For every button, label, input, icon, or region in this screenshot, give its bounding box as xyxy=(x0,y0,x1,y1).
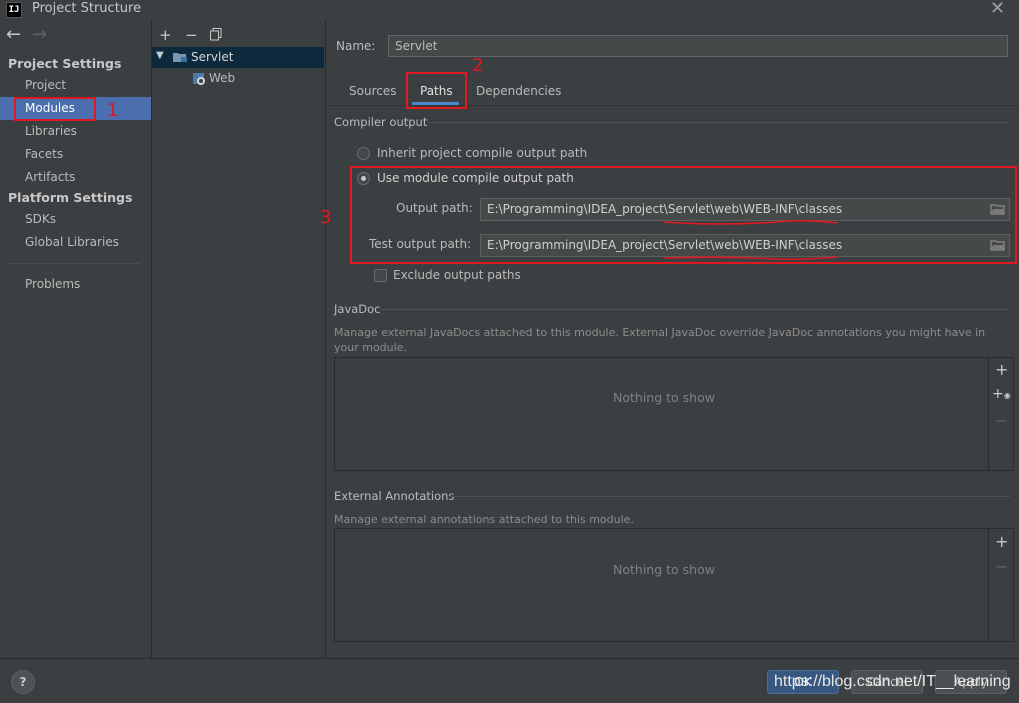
inherit-output-radio[interactable] xyxy=(357,147,370,160)
window-title: Project Structure xyxy=(32,1,142,16)
tab-sources[interactable]: Sources xyxy=(349,80,396,102)
annotation-label-1: 1 xyxy=(107,100,119,121)
add-url-icon[interactable]: +◉ xyxy=(992,386,1011,402)
add-icon[interactable]: + xyxy=(995,360,1008,379)
javadoc-description: Manage external JavaDocs attached to thi… xyxy=(334,326,986,354)
tree-item-servlet[interactable]: Servlet xyxy=(191,50,233,64)
module-name-input[interactable]: Servlet xyxy=(388,35,1008,57)
javadoc-list[interactable] xyxy=(334,357,1014,471)
module-folder-icon xyxy=(172,51,188,63)
expand-arrow-icon[interactable]: ▼ xyxy=(156,50,164,61)
javadoc-empty-text: Nothing to show xyxy=(613,390,715,405)
annotation-underline-marks xyxy=(663,219,839,261)
module-tree-panel xyxy=(152,20,326,658)
external-annotations-description: Manage external annotations attached to … xyxy=(334,513,634,526)
back-arrow-icon[interactable]: ← xyxy=(6,24,21,45)
title-bar xyxy=(0,0,1019,20)
external-annotations-divider xyxy=(449,496,1010,497)
add-icon[interactable]: + xyxy=(995,532,1008,551)
platform-settings-header: Platform Settings xyxy=(8,190,133,205)
watermark-text: https://blog.csdn.net/IT__learning xyxy=(774,673,1011,690)
annotation-label-3: 3 xyxy=(320,207,332,228)
sidebar-item-libraries[interactable]: Libraries xyxy=(0,120,151,143)
remove-icon[interactable]: − xyxy=(995,557,1008,576)
sidebar-item-project[interactable]: Project xyxy=(0,74,151,97)
copy-icon[interactable] xyxy=(210,28,222,41)
remove-icon[interactable]: − xyxy=(185,26,198,44)
annotation-box-paths xyxy=(406,72,467,109)
intellij-app-icon: IJ xyxy=(6,2,22,18)
javadoc-title: JavaDoc xyxy=(334,302,381,316)
external-annotations-list[interactable] xyxy=(334,528,1014,642)
sidebar-item-sdks[interactable]: SDKs xyxy=(0,208,151,231)
help-button[interactable]: ? xyxy=(11,670,35,694)
sidebar-item-facets[interactable]: Facets xyxy=(0,143,151,166)
sidebar-divider xyxy=(10,263,140,264)
javadoc-toolbar-divider xyxy=(988,358,990,470)
exclude-output-label[interactable]: Exclude output paths xyxy=(393,268,521,282)
tree-item-web[interactable]: Web xyxy=(209,71,235,85)
exclude-output-checkbox[interactable] xyxy=(374,269,387,282)
sidebar-item-problems[interactable]: Problems xyxy=(0,273,151,296)
name-label: Name: xyxy=(336,39,376,53)
external-annotations-toolbar-divider xyxy=(988,529,990,641)
sidebar-item-global-libraries[interactable]: Global Libraries xyxy=(0,231,151,254)
add-icon[interactable]: + xyxy=(159,26,172,44)
compiler-output-title: Compiler output xyxy=(334,115,428,129)
forward-arrow-icon[interactable]: → xyxy=(32,24,47,45)
web-facet-icon xyxy=(192,72,206,86)
javadoc-divider xyxy=(381,309,1010,310)
remove-icon[interactable]: − xyxy=(995,411,1008,430)
close-icon[interactable]: ✕ xyxy=(990,0,1005,19)
annotation-box-modules xyxy=(14,97,96,121)
inherit-output-label[interactable]: Inherit project compile output path xyxy=(377,146,587,160)
external-annotations-empty-text: Nothing to show xyxy=(613,562,715,577)
sidebar-item-artifacts[interactable]: Artifacts xyxy=(0,166,151,189)
annotation-label-2: 2 xyxy=(472,55,484,76)
tab-dependencies[interactable]: Dependencies xyxy=(476,80,561,102)
project-settings-header: Project Settings xyxy=(8,56,122,71)
compiler-output-divider xyxy=(428,122,1010,123)
external-annotations-title: External Annotations xyxy=(334,489,455,503)
